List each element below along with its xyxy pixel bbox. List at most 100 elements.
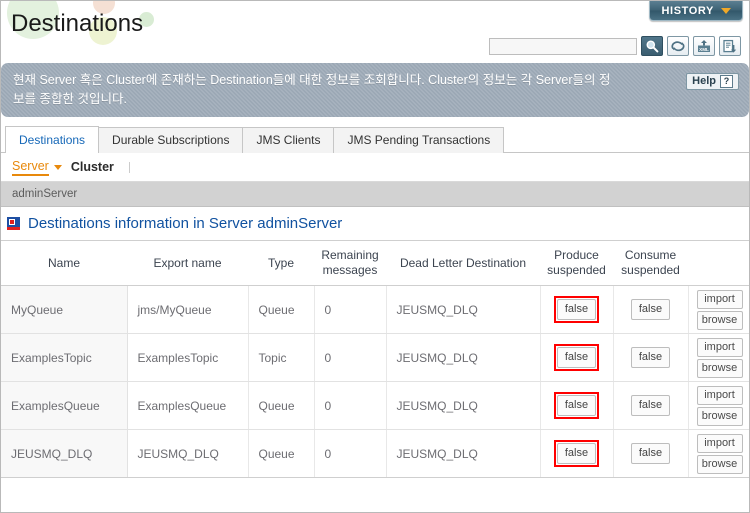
history-button[interactable]: HISTORY [648,1,743,21]
tab-jms-clients[interactable]: JMS Clients [242,127,335,153]
browse-button[interactable]: browse [696,454,743,474]
table-header-row: Name Export name Type Remaining messages… [1,240,749,286]
cell-type: Queue [248,285,315,334]
tab-label: JMS Pending Transactions [347,133,491,147]
import-button[interactable]: import [696,433,743,453]
import-button[interactable]: import [696,289,743,309]
cell-type: Queue [248,381,315,430]
table-row: ExamplesQueue ExamplesQueue Queue 0 JEUS… [1,381,749,430]
tab-jms-pending-transactions[interactable]: JMS Pending Transactions [333,127,505,153]
section-title: Destinations information in Server admin… [28,215,343,232]
cell-name: JEUSMQ_DLQ [1,429,128,478]
cell-actions: import browse [688,429,749,478]
column-header-produce-suspended: Produce suspended [540,240,613,286]
cell-remaining-messages: 0 [314,285,387,334]
search-input[interactable] [489,37,637,55]
export-icon[interactable] [719,36,741,56]
cell-dead-letter-destination: JEUSMQ_DLQ [386,429,541,478]
info-banner-text: 현재 Server 혹은 Cluster에 존재하는 Destination들에… [13,73,611,106]
breadcrumb: adminServer [1,182,749,207]
produce-suspended-button[interactable]: false [556,299,597,320]
tab-bar: Destinations Durable Subscriptions JMS C… [1,126,749,153]
table-row: ExamplesTopic ExamplesTopic Topic 0 JEUS… [1,333,749,382]
tab-label: Destinations [19,133,86,147]
produce-suspended-highlight: false [553,296,600,323]
refresh-icon[interactable] [667,36,689,56]
cell-produce-suspended: false [540,333,614,382]
svg-text:XML: XML [699,46,709,51]
cell-dead-letter-destination: JEUSMQ_DLQ [386,333,541,382]
subnav-item-label: Cluster [70,160,114,174]
cell-export-name: ExamplesQueue [127,381,249,430]
consume-suspended-button[interactable]: false [630,299,671,320]
tab-label: JMS Clients [256,133,321,147]
help-button-label: Help [692,75,716,87]
cell-remaining-messages: 0 [314,333,387,382]
column-header-name: Name [1,240,127,286]
produce-suspended-button[interactable]: false [556,347,597,368]
cell-consume-suspended: false [613,285,689,334]
column-header-export-name: Export name [127,240,248,286]
subnav-item-label: Server [12,159,49,176]
chevron-down-icon [53,164,62,170]
produce-suspended-highlight: false [553,392,600,419]
subnav-divider [128,161,130,173]
cell-name: ExamplesQueue [1,381,128,430]
destinations-table: Name Export name Type Remaining messages… [1,240,749,478]
produce-suspended-highlight: false [553,440,600,467]
tab-durable-subscriptions[interactable]: Durable Subscriptions [98,127,244,153]
produce-suspended-button[interactable]: false [556,395,597,416]
destinations-table-container: Name Export name Type Remaining messages… [1,240,749,478]
tab-destinations[interactable]: Destinations [5,126,100,153]
consume-suspended-button[interactable]: false [630,347,671,368]
consume-suspended-button[interactable]: false [630,443,671,464]
cell-consume-suspended: false [613,333,689,382]
cell-produce-suspended: false [540,429,614,478]
history-button-label: HISTORY [661,4,714,17]
import-button[interactable]: import [696,385,743,405]
chevron-down-icon [721,7,731,14]
column-header-remaining-messages: Remaining messages [314,240,386,286]
browse-button[interactable]: browse [696,406,743,426]
toolbar: XML [489,36,741,56]
flag-icon [7,217,20,230]
page-title: Destinations [11,10,144,37]
tab-label: Durable Subscriptions [112,133,230,147]
xml-upload-icon[interactable]: XML [693,36,715,56]
import-button[interactable]: import [696,337,743,357]
subnav-item-server[interactable]: Server [12,159,71,176]
column-header-consume-suspended: Consume suspended [613,240,688,286]
cell-remaining-messages: 0 [314,381,387,430]
help-button[interactable]: Help ? [686,73,739,90]
question-mark-icon: ? [720,75,733,88]
cell-dead-letter-destination: JEUSMQ_DLQ [386,285,541,334]
column-header-type: Type [248,240,314,286]
cell-dead-letter-destination: JEUSMQ_DLQ [386,381,541,430]
cell-remaining-messages: 0 [314,429,387,478]
cell-consume-suspended: false [613,381,689,430]
produce-suspended-button[interactable]: false [556,443,597,464]
cell-export-name: JEUSMQ_DLQ [127,429,249,478]
cell-produce-suspended: false [540,285,614,334]
table-row: MyQueue jms/MyQueue Queue 0 JEUSMQ_DLQ f… [1,285,749,334]
section-heading: Destinations information in Server admin… [1,207,749,240]
cell-actions: import browse [688,333,749,382]
cell-type: Topic [248,333,315,382]
cell-name: MyQueue [1,285,128,334]
column-header-dead-letter-destination: Dead Letter Destination [386,240,540,286]
cell-actions: import browse [688,381,749,430]
consume-suspended-button[interactable]: false [630,395,671,416]
browse-button[interactable]: browse [696,310,743,330]
produce-suspended-highlight: false [553,344,600,371]
column-header-actions [688,240,749,286]
cell-actions: import browse [688,285,749,334]
search-icon[interactable] [641,36,663,56]
page-header: Destinations HISTORY XML [1,1,749,63]
breadcrumb-label: adminServer [12,188,78,200]
cell-produce-suspended: false [540,381,614,430]
subnav-item-cluster[interactable]: Cluster [71,160,123,174]
browse-button[interactable]: browse [696,358,743,378]
cell-type: Queue [248,429,315,478]
sub-navigation: Server Cluster [1,153,749,182]
destinations-page: Destinations HISTORY XML 현재 Server 혹은 Cl… [0,0,750,513]
